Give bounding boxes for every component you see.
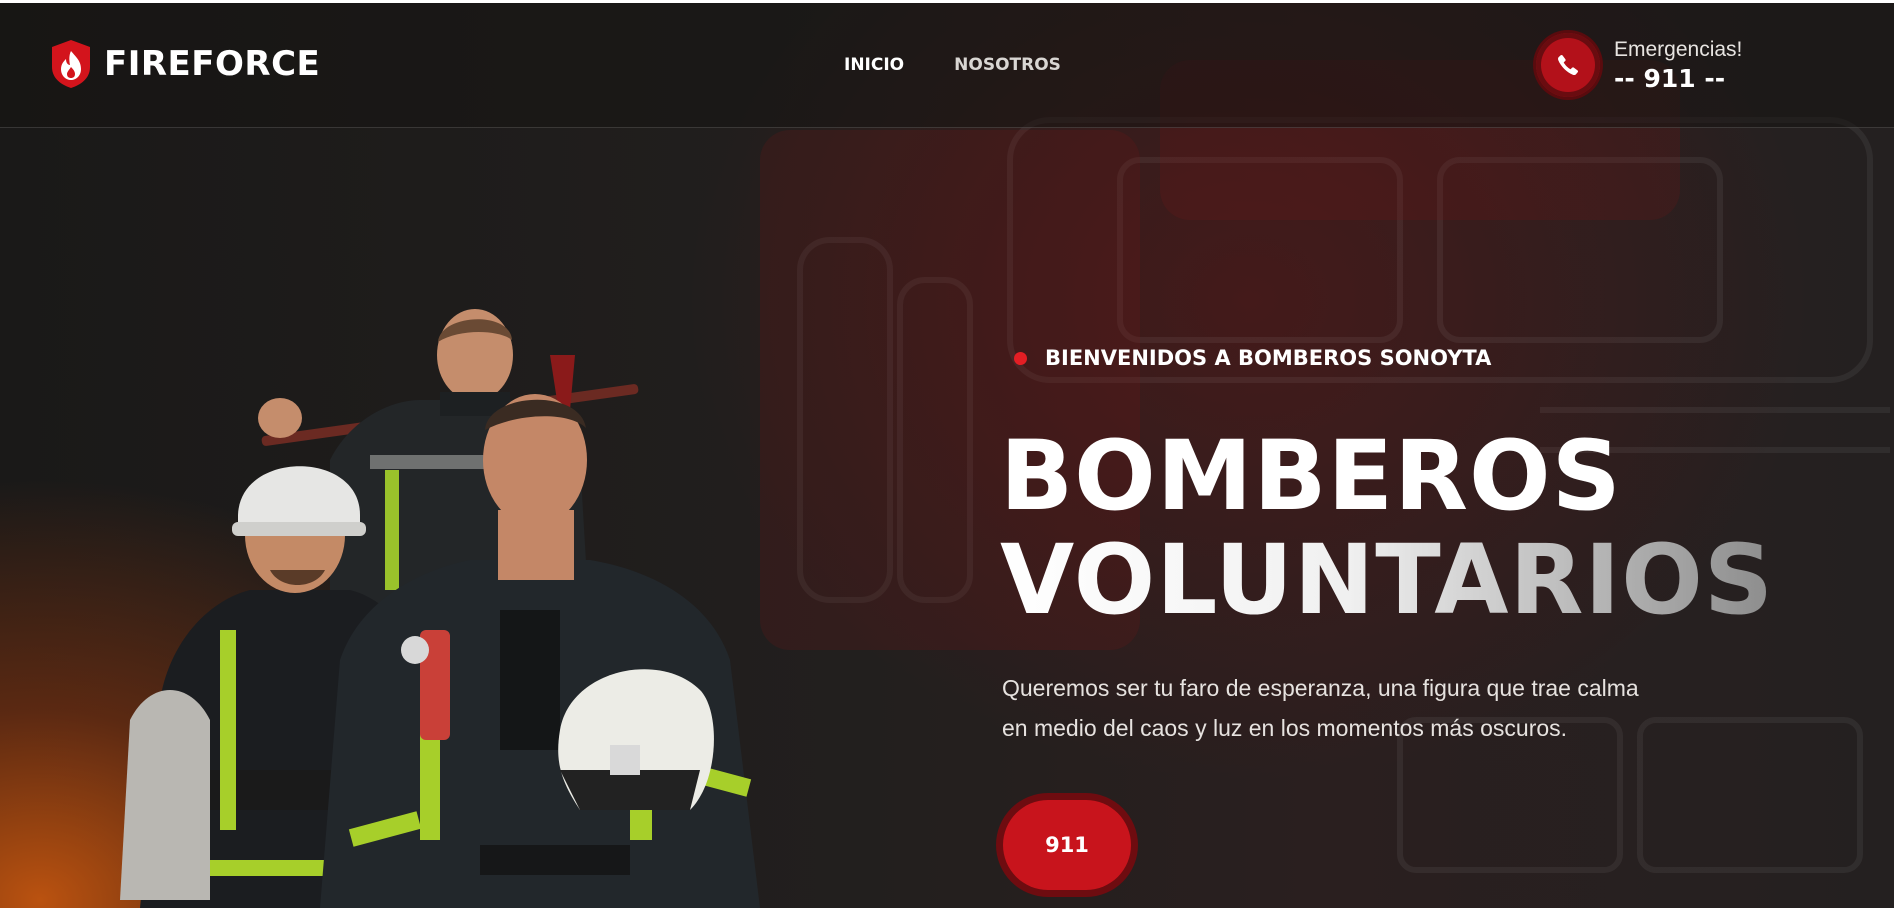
page: FIREFORCE INICIO NOSOTROS Emergencias! -… [0, 0, 1894, 908]
flame-shield-icon [52, 40, 90, 88]
firefighters-photo [120, 309, 760, 908]
site-header: FIREFORCE INICIO NOSOTROS Emergencias! -… [0, 3, 1894, 128]
red-dot-icon [1014, 351, 1027, 365]
emergency-label: Emergencias! [1614, 37, 1743, 61]
nav-item-nosotros[interactable]: NOSOTROS [954, 55, 1061, 75]
emergency-text: Emergencias! -- 911 -- [1614, 38, 1742, 93]
phone-icon [1558, 54, 1579, 75]
emergency-contact[interactable]: Emergencias! -- 911 -- [1536, 33, 1742, 97]
main-nav: INICIO NOSOTROS [844, 55, 1061, 75]
hero-kicker: BIENVENIDOS A BOMBEROS SONOYTA [1014, 346, 1491, 370]
hero-title-line2: VOLUNTARIOS [1000, 524, 1774, 636]
hero-subtitle-line2: en medio del caos y luz en los momentos … [1002, 715, 1568, 741]
call-911-button[interactable]: 911 [1003, 800, 1131, 890]
hero-subtitle: Queremos ser tu faro de esperanza, una f… [1002, 668, 1702, 748]
kicker-text: BIENVENIDOS A BOMBEROS SONOYTA [1045, 346, 1492, 370]
hero-title: BOMBEROS VOLUNTARIOS [1000, 424, 1774, 632]
brand-logo[interactable]: FIREFORCE [50, 39, 320, 89]
phone-button[interactable] [1536, 33, 1600, 97]
brand-name: FIREFORCE [104, 44, 321, 84]
hero-subtitle-line1: Queremos ser tu faro de esperanza, una f… [1002, 675, 1639, 701]
nav-item-inicio[interactable]: INICIO [844, 55, 904, 75]
emergency-number[interactable]: -- 911 -- [1614, 64, 1742, 93]
hero-title-line1: BOMBEROS [1000, 420, 1622, 532]
